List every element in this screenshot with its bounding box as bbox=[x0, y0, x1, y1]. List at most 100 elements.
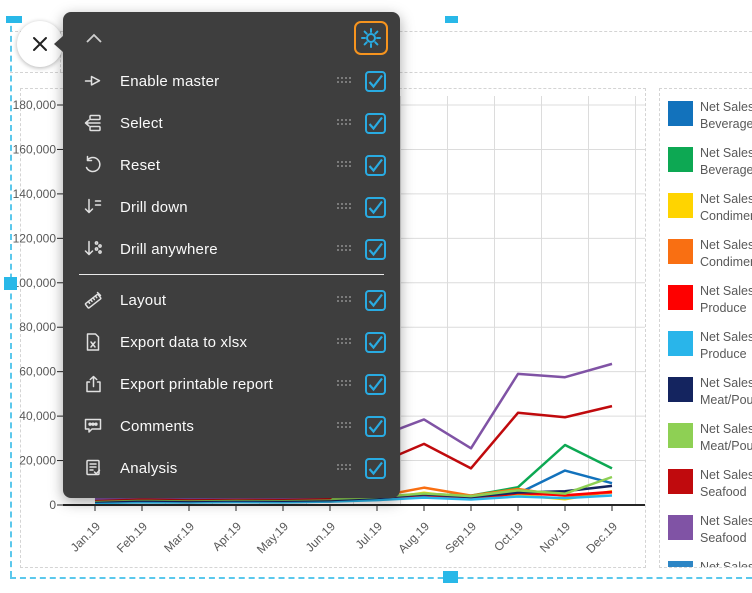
y-axis-label: 60,000 bbox=[19, 365, 56, 379]
selection-border-bottom bbox=[10, 577, 752, 579]
x-axis-label: May.19 bbox=[254, 519, 291, 556]
menu-item-checkbox-layout[interactable] bbox=[365, 290, 386, 311]
legend-item[interactable]: Net SalesProduce bbox=[668, 283, 752, 320]
x-axis-label: Nov.19 bbox=[537, 519, 573, 555]
legend-item[interactable]: Net Sales aSeafood bbox=[668, 513, 752, 550]
y-axis-label: 0 bbox=[49, 498, 56, 512]
resize-handle-top-left[interactable] bbox=[6, 16, 22, 23]
legend-swatch bbox=[668, 561, 693, 568]
menu-item-layout[interactable]: Layout bbox=[63, 279, 400, 321]
undo-icon bbox=[83, 155, 105, 175]
legend-label: Net SalesCondiments bbox=[700, 191, 752, 228]
legend-label: Net SalesSeafood bbox=[700, 467, 752, 504]
y-axis-label: 20,000 bbox=[19, 454, 56, 468]
menu-item-checkbox-drill-anywhere[interactable] bbox=[365, 239, 386, 260]
drag-handle[interactable] bbox=[337, 203, 353, 211]
legend-item[interactable]: Net Sales aBeverages bbox=[668, 145, 752, 182]
ruler-icon bbox=[83, 290, 105, 310]
drag-handle[interactable] bbox=[337, 77, 353, 85]
menu-item-drill-anywhere[interactable]: Drill anywhere bbox=[63, 228, 400, 270]
x-axis-label: Apr.19 bbox=[210, 519, 245, 554]
menu-item-label: Drill anywhere bbox=[120, 241, 218, 258]
x-axis-label: Feb.19 bbox=[114, 519, 151, 556]
x-axis-label: Aug.19 bbox=[395, 519, 432, 556]
menu-item-checkbox-drill-down[interactable] bbox=[365, 197, 386, 218]
drag-handle[interactable] bbox=[337, 338, 353, 346]
drag-handle[interactable] bbox=[337, 119, 353, 127]
legend-swatch bbox=[668, 331, 693, 356]
legend-item[interactable]: Net SalesCondiments bbox=[668, 191, 752, 228]
menu-item-comments[interactable]: Comments bbox=[63, 405, 400, 447]
drill-anywhere-icon bbox=[83, 239, 105, 259]
resize-handle-top-center[interactable] bbox=[445, 16, 458, 23]
menu-item-export-xlsx[interactable]: Export data to xlsx bbox=[63, 321, 400, 363]
menu-item-label: Export data to xlsx bbox=[120, 334, 247, 351]
menu-item-checkbox-enable-master[interactable] bbox=[365, 71, 386, 92]
chart-legend: Net SalesBeverages Net Sales aBeverages Ne… bbox=[659, 88, 752, 568]
close-icon bbox=[30, 34, 50, 54]
legend-swatch bbox=[668, 239, 693, 264]
legend-item[interactable]: Net Sales aProduce bbox=[668, 329, 752, 366]
resize-handle-left-middle[interactable] bbox=[4, 277, 17, 290]
legend-swatch bbox=[668, 469, 693, 494]
gear-icon bbox=[360, 27, 382, 49]
x-axis-label: Sep.19 bbox=[442, 519, 479, 556]
menu-item-drill-down[interactable]: Drill down bbox=[63, 186, 400, 228]
menu-item-checkbox-export-printable[interactable] bbox=[365, 374, 386, 395]
x-axis-label: Dec.19 bbox=[583, 519, 620, 556]
menu-item-label: Export printable report bbox=[120, 376, 273, 393]
comment-icon bbox=[83, 416, 105, 436]
x-axis-label: Oct.19 bbox=[491, 519, 526, 554]
legend-label: Net Sales aBeverages bbox=[700, 145, 752, 182]
x-axis-label: Jan.19 bbox=[68, 519, 104, 555]
legend-item[interactable]: Net SalesMeat/Poultry bbox=[668, 375, 752, 412]
y-axis-label: 40,000 bbox=[19, 409, 56, 423]
legend-label: Net Sales aSeafood bbox=[700, 513, 752, 550]
menu-item-checkbox-analysis[interactable] bbox=[365, 458, 386, 479]
y-axis-label: 80,000 bbox=[19, 320, 56, 334]
analysis-icon bbox=[83, 458, 105, 478]
menu-item-enable-master[interactable]: Enable master bbox=[63, 60, 400, 102]
menu-pointer bbox=[54, 36, 63, 52]
chevron-up-icon[interactable] bbox=[83, 31, 105, 45]
select-icon bbox=[83, 113, 105, 133]
drag-handle[interactable] bbox=[337, 380, 353, 388]
legend-item[interactable]: Net Sales bbox=[668, 559, 752, 568]
legend-item[interactable]: Net SalesBeverages bbox=[668, 99, 752, 136]
menu-item-label: Select bbox=[120, 115, 163, 132]
drag-handle[interactable] bbox=[337, 161, 353, 169]
legend-swatch bbox=[668, 377, 693, 402]
menu-header bbox=[63, 16, 400, 60]
legend-swatch bbox=[668, 101, 693, 126]
legend-item[interactable]: Net SalesSeafood bbox=[668, 467, 752, 504]
drag-handle[interactable] bbox=[337, 245, 353, 253]
drag-handle[interactable] bbox=[337, 422, 353, 430]
legend-swatch bbox=[668, 285, 693, 310]
legend-swatch bbox=[668, 515, 693, 540]
menu-item-checkbox-select[interactable] bbox=[365, 113, 386, 134]
legend-label: Net SalesProduce bbox=[700, 283, 752, 320]
x-axis-label: Jun.19 bbox=[303, 519, 339, 555]
xlsx-file-icon bbox=[83, 332, 105, 352]
menu-item-export-printable[interactable]: Export printable report bbox=[63, 363, 400, 405]
menu-item-checkbox-reset[interactable] bbox=[365, 155, 386, 176]
pin-icon bbox=[83, 71, 105, 91]
y-axis-label: 140,000 bbox=[13, 187, 57, 201]
y-axis-label: 120,000 bbox=[13, 231, 57, 245]
drag-handle[interactable] bbox=[337, 296, 353, 304]
drag-handle[interactable] bbox=[337, 464, 353, 472]
y-axis-label: 100,000 bbox=[13, 276, 57, 290]
menu-item-reset[interactable]: Reset bbox=[63, 144, 400, 186]
menu-settings-button[interactable] bbox=[354, 21, 388, 55]
menu-item-label: Enable master bbox=[120, 73, 219, 90]
menu-item-analysis[interactable]: Analysis bbox=[63, 447, 400, 489]
resize-handle-bottom-center[interactable] bbox=[443, 571, 458, 583]
menu-item-checkbox-export-xlsx[interactable] bbox=[365, 332, 386, 353]
legend-label: Net Sales aProduce bbox=[700, 329, 752, 366]
legend-label: Net Sales aMeat/Poultry bbox=[700, 421, 752, 458]
menu-item-label: Reset bbox=[120, 157, 160, 174]
legend-item[interactable]: Net Sales aCondiments bbox=[668, 237, 752, 274]
legend-item[interactable]: Net Sales aMeat/Poultry bbox=[668, 421, 752, 458]
menu-item-select[interactable]: Select bbox=[63, 102, 400, 144]
menu-item-checkbox-comments[interactable] bbox=[365, 416, 386, 437]
